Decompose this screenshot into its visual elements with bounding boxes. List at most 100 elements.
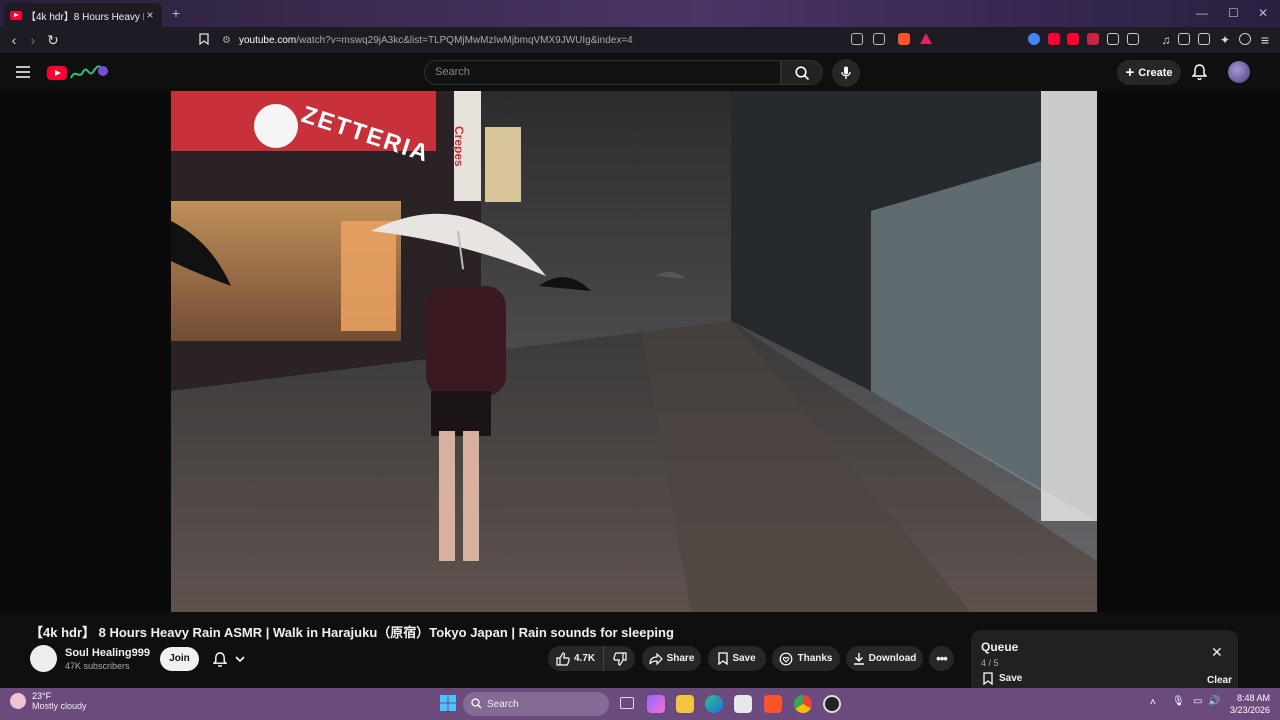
thanks-icon <box>780 652 793 665</box>
share-icon <box>648 652 663 665</box>
more-horizontal-icon: ••• <box>936 651 948 666</box>
tray-network-icon[interactable]: ▭ <box>1193 696 1202 707</box>
bookmark-icon[interactable] <box>195 31 213 49</box>
sidebar-toggle-icon[interactable] <box>1178 33 1190 45</box>
download-button[interactable]: Download <box>846 646 923 671</box>
more-actions-button[interactable]: ••• <box>929 646 954 671</box>
windows-start-icon[interactable] <box>440 695 458 713</box>
join-button[interactable]: Join <box>160 647 199 671</box>
weather-widget[interactable]: 23°F Mostly cloudy <box>10 691 87 711</box>
taskbar-search-label: Search <box>487 698 519 710</box>
extension-2-icon[interactable] <box>1048 33 1060 45</box>
subscription-bell-button[interactable] <box>205 647 253 671</box>
dislike-button[interactable] <box>603 646 635 671</box>
save-button[interactable]: Save <box>708 646 766 671</box>
browser-tab-active[interactable]: 【4k hdr】8 Hours Heavy Rain × <box>4 3 162 27</box>
leo-ai-icon[interactable]: ✦ <box>1216 31 1234 49</box>
new-tab-button[interactable]: + <box>168 5 184 21</box>
site-info-icon[interactable]: ⚙ <box>222 35 231 46</box>
brave-taskbar-icon[interactable] <box>764 695 782 713</box>
clock-time: 8:48 AM <box>1236 693 1270 703</box>
queue-save-icon <box>983 672 993 685</box>
tray-overflow-icon[interactable]: ˄ <box>1150 697 1156 708</box>
weather-condition: Mostly cloudy <box>32 701 87 711</box>
reload-icon[interactable]: ↻ <box>44 31 62 49</box>
tray-volume-icon[interactable]: 🔊 <box>1208 696 1220 707</box>
chevron-down-icon <box>235 656 245 663</box>
queue-title: Queue <box>981 640 1019 654</box>
crepes-sign: Crepes <box>452 126 466 167</box>
video-frame-image <box>171 91 1097 612</box>
voice-search-button[interactable] <box>832 59 860 87</box>
video-player-area: ZETTERIA Crepes <box>0 91 1280 612</box>
search-input[interactable]: Search <box>424 60 781 85</box>
windows-taskbar: 23°F Mostly cloudy Search ˄ 🎙 ▭ 🔊 8:48 A… <box>0 688 1280 720</box>
video-title: 【4k hdr】 8 Hours Heavy Rain ASMR | Walk … <box>30 625 674 640</box>
file-explorer-icon[interactable] <box>676 695 694 713</box>
queue-position: 4 / 5 <box>981 658 999 668</box>
media-control-icon[interactable]: ♫ <box>1157 31 1175 49</box>
edge-icon[interactable] <box>705 695 723 713</box>
vpn-icon[interactable] <box>1239 33 1251 45</box>
install-app-icon[interactable] <box>851 33 863 45</box>
queue-close-icon[interactable]: ✕ <box>1211 644 1223 661</box>
guide-menu-icon[interactable] <box>16 65 30 83</box>
create-label: Create <box>1138 66 1173 79</box>
task-view-icon[interactable] <box>620 697 634 709</box>
queue-clear-button[interactable]: Clear <box>1207 675 1232 686</box>
like-count: 4.7K <box>573 653 596 664</box>
notifications-bell-icon[interactable] <box>1191 64 1208 85</box>
thanks-label: Thanks <box>797 653 833 664</box>
video-player[interactable]: ZETTERIA Crepes <box>171 91 1097 612</box>
forward-icon[interactable]: › <box>24 31 42 49</box>
copilot-icon[interactable] <box>647 695 665 713</box>
share-button[interactable]: Share <box>642 646 701 671</box>
address-bar[interactable]: ⚙ youtube.com/watch?v=mswq29jA3kc&list=T… <box>222 29 842 51</box>
share-page-icon[interactable] <box>873 33 885 45</box>
thumbs-down-icon <box>612 651 627 666</box>
weather-icon <box>10 693 26 709</box>
channel-avatar[interactable] <box>30 645 57 672</box>
create-button[interactable]: + Create <box>1117 60 1181 85</box>
like-button[interactable]: 4.7K <box>548 646 603 671</box>
wallet-icon[interactable] <box>1198 33 1210 45</box>
youtube-logo[interactable] <box>47 64 109 89</box>
maximize-icon[interactable]: ☐ <box>1228 6 1239 20</box>
taskbar-search-icon <box>471 698 482 709</box>
clock-date: 3/23/2026 <box>1229 705 1270 715</box>
tray-microphone-icon[interactable]: 🎙 <box>1172 696 1185 707</box>
store-icon[interactable] <box>734 695 752 713</box>
brave-rewards-icon[interactable] <box>920 33 932 44</box>
window-close-icon[interactable]: ✕ <box>1258 6 1268 20</box>
search-button[interactable] <box>781 60 823 85</box>
extension-6-icon[interactable] <box>1127 33 1139 45</box>
back-icon[interactable]: ‹ <box>5 31 23 49</box>
queue-save-button[interactable]: Save <box>983 672 1022 685</box>
account-avatar[interactable] <box>1228 61 1250 83</box>
search-icon <box>795 66 810 81</box>
minimize-icon[interactable]: — <box>1196 6 1208 20</box>
tab-title: 【4k hdr】8 Hours Heavy Rain <box>26 11 144 23</box>
bell-icon <box>213 652 227 667</box>
download-label: Download <box>868 653 917 664</box>
taskbar-search[interactable]: Search <box>463 692 609 716</box>
extension-4-icon[interactable] <box>1087 33 1099 45</box>
extension-5-icon[interactable] <box>1107 33 1119 45</box>
taskbar-clock[interactable]: 8:48 AM 3/23/2026 <box>1222 692 1270 716</box>
chrome-icon[interactable] <box>794 695 812 713</box>
extension-1-icon[interactable] <box>1028 33 1040 45</box>
subscriber-count: 47K subscribers <box>65 661 130 671</box>
tab-close-icon[interactable]: × <box>144 8 156 22</box>
brave-shields-icon[interactable] <box>898 33 910 45</box>
channel-name[interactable]: Soul Healing999 <box>65 647 150 659</box>
browser-menu-icon[interactable]: ≡ <box>1256 31 1274 49</box>
plus-icon: + <box>1125 63 1135 81</box>
thanks-button[interactable]: Thanks <box>772 646 840 671</box>
share-label: Share <box>666 653 695 664</box>
youtube-favicon-icon <box>10 10 22 20</box>
queue-panel: Queue 4 / 5 ✕ Save Clear <box>971 630 1238 690</box>
app-icon[interactable] <box>823 695 841 713</box>
browser-tab-strip: 【4k hdr】8 Hours Heavy Rain × + — ☐ ✕ <box>0 0 1280 27</box>
extension-3-icon[interactable] <box>1067 33 1079 45</box>
save-label: Save <box>732 653 756 664</box>
